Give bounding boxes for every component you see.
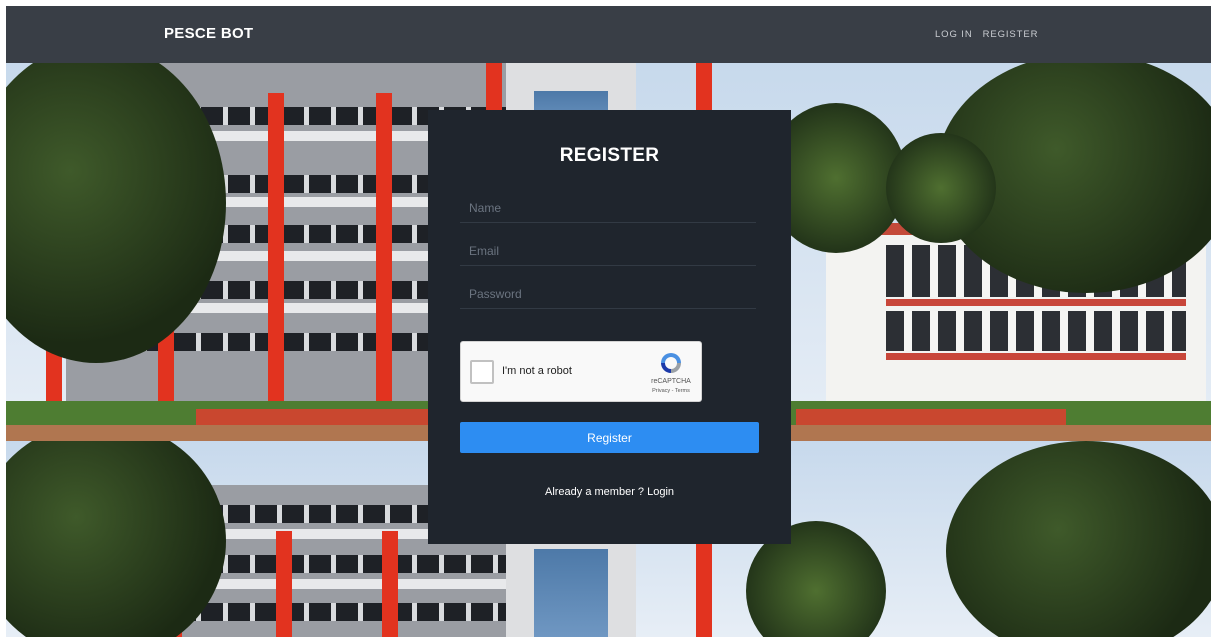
recaptcha-icon (661, 353, 681, 373)
navbar: PESCE BOT LOG IN REGISTER (6, 6, 1211, 63)
register-title: REGISTER (559, 145, 660, 166)
recaptcha-links[interactable]: Privacy - Terms (643, 388, 699, 394)
register-card: REGISTER I'm not a robot reCAPTCHA Priva… (428, 110, 791, 544)
captcha-checkbox[interactable] (470, 360, 494, 384)
password-field[interactable] (460, 279, 756, 309)
login-link[interactable]: Login (647, 486, 674, 498)
recaptcha-widget: I'm not a robot reCAPTCHA Privacy - Term… (460, 341, 702, 402)
name-field[interactable] (460, 193, 756, 223)
nav-register-link[interactable]: REGISTER (983, 29, 1039, 40)
register-button[interactable]: Register (460, 422, 759, 453)
brand-logo[interactable]: PESCE BOT (164, 25, 253, 42)
nav-links: LOG IN REGISTER (935, 29, 1038, 40)
recaptcha-brand: reCAPTCHA (651, 378, 691, 385)
page-frame: PESCE BOT LOG IN REGISTER REGISTER Name … (6, 6, 1211, 637)
captcha-label: I'm not a robot (502, 365, 572, 377)
nav-login-link[interactable]: LOG IN (935, 29, 973, 40)
login-prompt-text: Already a member ? (544, 486, 645, 498)
email-field[interactable] (460, 236, 756, 266)
login-prompt: Already a member ? Login (428, 486, 791, 498)
